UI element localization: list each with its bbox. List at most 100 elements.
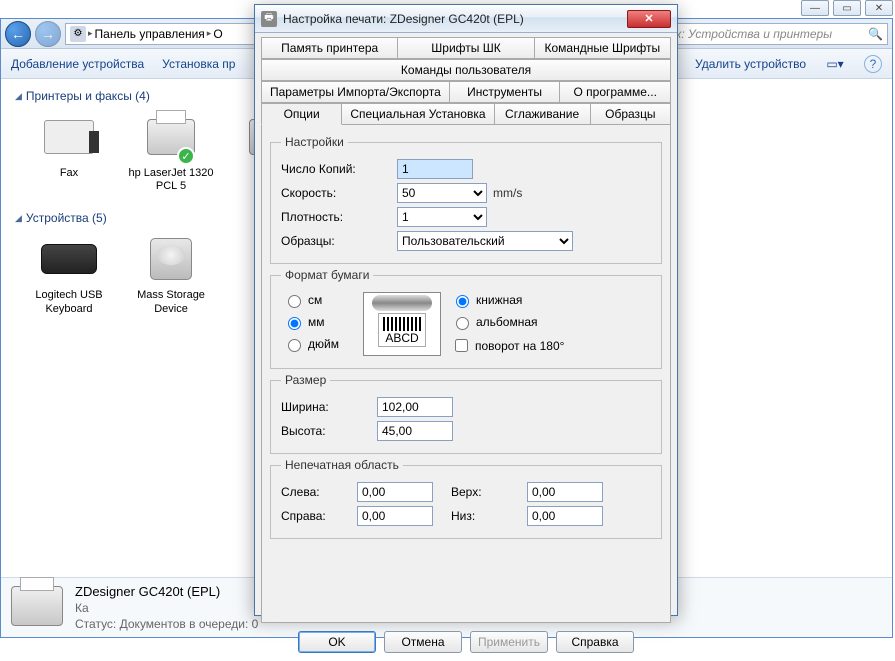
size-legend: Размер [281, 373, 330, 387]
copies-label: Число Копий: [281, 162, 391, 176]
window-minimize[interactable]: — [801, 0, 829, 16]
dialog-close-button[interactable]: ✕ [627, 10, 671, 28]
unit-inch-radio[interactable] [288, 339, 301, 352]
device-fax[interactable]: Fax [23, 111, 115, 193]
rotate-180[interactable]: поворот на 180° [451, 336, 564, 355]
default-check-icon: ✓ [177, 147, 195, 165]
density-select[interactable]: 1 [397, 207, 487, 227]
unit-cm[interactable]: см [283, 292, 353, 308]
tab-smoothing[interactable]: Сглаживание [495, 103, 591, 125]
paper-legend: Формат бумаги [281, 268, 373, 282]
tab-tools[interactable]: Инструменты [450, 81, 561, 103]
rotate-checkbox[interactable] [455, 339, 468, 352]
tab-printer-memory[interactable]: Память принтера [261, 37, 398, 59]
right-input[interactable] [357, 506, 433, 526]
control-panel-icon: ⚙ [70, 26, 86, 42]
speed-unit: mm/s [493, 186, 522, 200]
tab-row-2: Команды пользователя [261, 59, 671, 81]
window-close[interactable]: ✕ [865, 0, 893, 16]
width-input[interactable] [377, 397, 453, 417]
view-mode-icon[interactable]: ▭▾ [824, 55, 846, 73]
bottom-label: Низ: [451, 509, 521, 523]
settings-group: Настройки Число Копий: Скорость: 50 mm/s… [270, 135, 662, 264]
device-label: Fax [60, 167, 78, 180]
device-storage[interactable]: Mass Storage Device [125, 233, 217, 315]
speed-label: Скорость: [281, 186, 391, 200]
samples-label: Образцы: [281, 234, 391, 248]
breadcrumb-sep: ▸ [88, 28, 93, 39]
breadcrumb-sep: ▸ [207, 28, 212, 39]
collapse-icon: ◢ [15, 91, 22, 102]
tab-samples[interactable]: Образцы [591, 103, 671, 125]
device-hp-laserjet[interactable]: ✓ hp LaserJet 1320 PCL 5 [125, 111, 217, 193]
samples-select[interactable]: Пользовательский [397, 231, 573, 251]
orient-portrait[interactable]: книжная [451, 292, 564, 308]
unit-cm-radio[interactable] [288, 295, 301, 308]
tab-import-export[interactable]: Параметры Импорта/Экспорта [261, 81, 450, 103]
dialog-titlebar[interactable]: 🖶 Настройка печати: ZDesigner GC420t (EP… [255, 5, 677, 33]
queue-label: Статус: [75, 617, 116, 631]
tab-barcode-fonts[interactable]: Шрифты ШК [398, 37, 534, 59]
device-label: Logitech USB Keyboard [23, 289, 115, 315]
search-input[interactable]: иск: Устройства и принтеры 🔍 [658, 23, 888, 45]
left-label: Слева: [281, 485, 351, 499]
tab-about[interactable]: О программе... [560, 81, 671, 103]
unit-mm[interactable]: мм [283, 314, 353, 330]
unit-mm-radio[interactable] [288, 317, 301, 330]
left-input[interactable] [357, 482, 433, 502]
size-group: Размер Ширина: Высота: [270, 373, 662, 454]
unit-inch[interactable]: дюйм [283, 336, 353, 352]
window-controls: — ▭ ✕ [801, 0, 893, 16]
add-device-link[interactable]: Добавление устройства [11, 57, 144, 71]
search-icon[interactable]: 🔍 [868, 27, 883, 41]
density-label: Плотность: [281, 210, 391, 224]
tab-options[interactable]: Опции [261, 103, 342, 125]
section-printers-title: Принтеры и факсы (4) [26, 89, 150, 103]
collapse-icon: ◢ [15, 213, 22, 224]
bottom-input[interactable] [527, 506, 603, 526]
nav-back-button[interactable]: ← [5, 21, 31, 47]
paper-preview-icon: ABCD [363, 292, 441, 356]
nav-forward-button[interactable]: → [35, 21, 61, 47]
install-printer-link[interactable]: Установка пр [162, 57, 235, 71]
apply-button[interactable]: Применить [470, 631, 548, 653]
speed-select[interactable]: 50 [397, 183, 487, 203]
copies-input[interactable] [397, 159, 473, 179]
keyboard-icon [41, 244, 97, 274]
selected-device-name: ZDesigner GC420t (EPL) [75, 584, 258, 599]
right-label: Справа: [281, 509, 351, 523]
ok-button[interactable]: OK [298, 631, 376, 653]
top-input[interactable] [527, 482, 603, 502]
tab-row-4: Опции Специальная Установка Сглаживание … [261, 103, 671, 125]
landscape-label: альбомная [476, 315, 538, 329]
tab-special-install[interactable]: Специальная Установка [342, 103, 494, 125]
breadcrumb-next[interactable]: О [213, 27, 222, 41]
tab-row-3: Параметры Импорта/Экспорта Инструменты О… [261, 81, 671, 103]
printer-icon [11, 586, 63, 626]
options-panel: Настройки Число Копий: Скорость: 50 mm/s… [261, 125, 671, 623]
breadcrumb-root[interactable]: Панель управления [95, 27, 205, 41]
landscape-radio[interactable] [456, 317, 469, 330]
hdd-icon [150, 238, 192, 280]
paper-format-group: Формат бумаги см мм дюйм ABCD книжная ал… [270, 268, 662, 369]
device-label: hp LaserJet 1320 PCL 5 [125, 167, 217, 193]
help-button[interactable]: Справка [556, 631, 634, 653]
dialog-title: Настройка печати: ZDesigner GC420t (EPL) [283, 12, 621, 26]
window-maximize[interactable]: ▭ [833, 0, 861, 16]
orient-landscape[interactable]: альбомная [451, 314, 564, 330]
printer-icon: 🖶 [261, 11, 277, 27]
selected-device-category: Ка [75, 601, 258, 615]
unprintable-legend: Непечатная область [281, 458, 403, 472]
height-input[interactable] [377, 421, 453, 441]
unit-inch-label: дюйм [308, 337, 339, 351]
tab-user-commands[interactable]: Команды пользователя [261, 59, 671, 81]
search-placeholder: иск: Устройства и принтеры [663, 27, 832, 41]
tab-command-fonts[interactable]: Командные Шрифты [535, 37, 671, 59]
portrait-radio[interactable] [456, 295, 469, 308]
height-label: Высота: [281, 424, 371, 438]
cancel-button[interactable]: Отмена [384, 631, 462, 653]
device-keyboard[interactable]: Logitech USB Keyboard [23, 233, 115, 315]
help-icon[interactable]: ? [864, 55, 882, 73]
delete-device-link[interactable]: Удалить устройство [695, 57, 806, 71]
portrait-label: книжная [476, 293, 522, 307]
